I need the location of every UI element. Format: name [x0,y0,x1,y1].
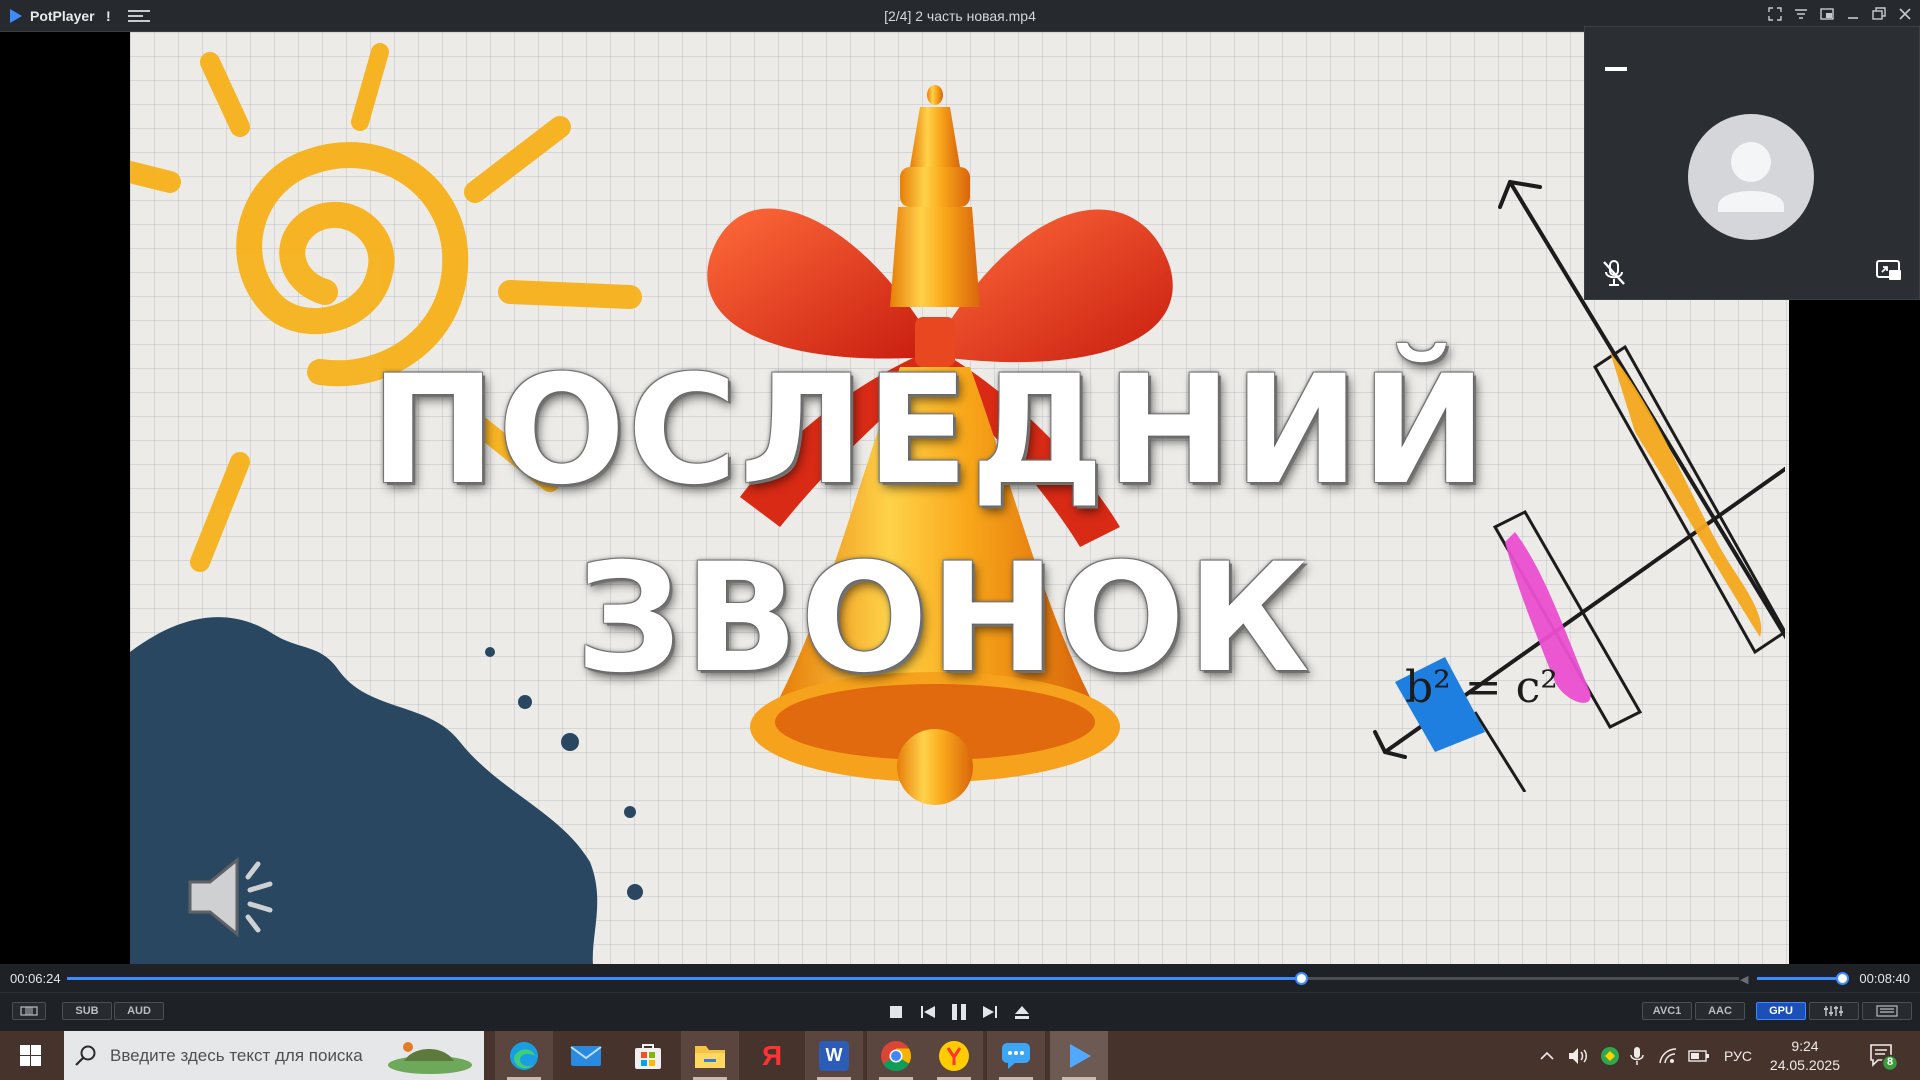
search-icon [75,1045,96,1066]
video-frame[interactable]: b² = c² ПОСЛЕДНИЙ ЗВОНОК [130,32,1789,964]
seek-handle[interactable] [1294,972,1308,985]
clock[interactable]: 9:24 24.05.2025 [1770,1037,1840,1075]
video-codec-button[interactable]: AVC1 [1642,1002,1692,1020]
search-placeholder: Введите здесь текст для поиска [110,1046,363,1065]
network-tray-icon[interactable] [1658,1031,1678,1080]
equalizer-button[interactable] [1809,1002,1859,1020]
volume-slider[interactable] [1757,972,1850,985]
video-title-line2: ЗВОНОК [575,532,1312,706]
preferences-button[interactable] [1862,1002,1912,1020]
folder-icon [695,1045,725,1068]
taskbar-messenger[interactable] [987,1031,1045,1080]
subtitle-button[interactable]: SUB [62,1002,112,1020]
video-call-overlay[interactable] [1584,26,1920,300]
volume-tray-icon[interactable] [1568,1031,1590,1080]
taskbar-explorer[interactable] [681,1031,739,1080]
avatar [1688,114,1814,240]
minimize-call-icon[interactable] [1605,67,1627,71]
audio-button[interactable]: AUD [114,1002,164,1020]
seek-slider[interactable] [67,972,1739,985]
taskbar-yandex[interactable]: Я [743,1031,801,1080]
speaker-icon[interactable] [182,852,282,942]
previous-icon[interactable] [916,1001,940,1023]
messenger-icon [1002,1042,1030,1069]
current-time: 00:06:24 [10,971,61,986]
taskbar-store[interactable] [619,1031,677,1080]
user-icon [1718,142,1784,212]
screen-share-icon[interactable] [1875,259,1903,283]
edge-icon [510,1041,538,1070]
taskbar-yandex-browser[interactable] [925,1031,983,1080]
fullscreen-icon[interactable] [1764,4,1786,28]
chrome-icon [881,1040,912,1071]
audio-codec-button[interactable]: AAC [1695,1002,1745,1020]
next-icon[interactable] [978,1001,1002,1023]
search-highlight-icon [388,1042,472,1074]
potplayer-icon [1070,1043,1091,1068]
battery-tray-icon[interactable] [1688,1031,1710,1080]
tray-overflow-icon[interactable] [1540,1031,1554,1080]
window-title: [2/4] 2 часть новая.mp4 [884,8,1036,24]
taskbar-word[interactable]: W [805,1031,863,1080]
screen-ratio-button[interactable] [12,1002,46,1020]
stop-icon[interactable] [884,1001,908,1023]
volume-level [1757,977,1843,980]
menu-icon[interactable] [1790,4,1812,28]
yandex-browser-icon [939,1040,969,1071]
yandex-icon: Я [761,1039,783,1071]
taskbar-mail[interactable] [557,1031,615,1080]
mic-muted-icon[interactable] [1601,259,1627,287]
kaspersky-tray-icon[interactable] [1600,1031,1620,1080]
clock-time: 9:24 [1791,1038,1819,1054]
taskbar-chrome[interactable] [867,1031,925,1080]
gpu-button[interactable]: GPU [1756,1002,1806,1020]
mic-tray-icon[interactable] [1630,1031,1644,1080]
windows-start-icon[interactable] [8,1041,52,1071]
pip-icon[interactable] [1816,4,1838,28]
seek-bar-area: 00:06:24 ◀ 00:08:40 [0,964,1920,992]
pause-icon[interactable] [947,1001,971,1023]
volume-handle[interactable] [1836,972,1850,985]
volume-icon[interactable]: ◀ [1740,973,1748,986]
taskbar-potplayer[interactable] [1050,1031,1108,1080]
total-time: 00:08:40 [1859,971,1910,986]
language-indicator[interactable]: РУС [1724,1031,1752,1080]
clock-date: 24.05.2025 [1769,1057,1840,1073]
seek-progress [67,977,1301,980]
minimize-icon[interactable] [1842,4,1864,28]
video-title-line1: ПОСЛЕДНИЙ [370,344,1489,518]
store-icon [635,1043,661,1069]
word-icon: W [819,1040,849,1071]
notification-center-icon[interactable]: 8 [1868,1042,1899,1077]
close-icon[interactable] [1894,4,1916,28]
notification-count: 8 [1886,1056,1894,1068]
mail-icon [570,1045,602,1066]
taskbar: Введите здесь текст для поиска Я W РУС 9… [0,1031,1920,1080]
taskbar-search-box[interactable]: Введите здесь текст для поиска [64,1031,484,1080]
eject-icon[interactable] [1010,1001,1034,1023]
restore-icon[interactable] [1868,4,1890,28]
control-bar: SUB AUD AVC1 AAC GPU [0,992,1920,1031]
taskbar-edge[interactable] [495,1031,553,1080]
